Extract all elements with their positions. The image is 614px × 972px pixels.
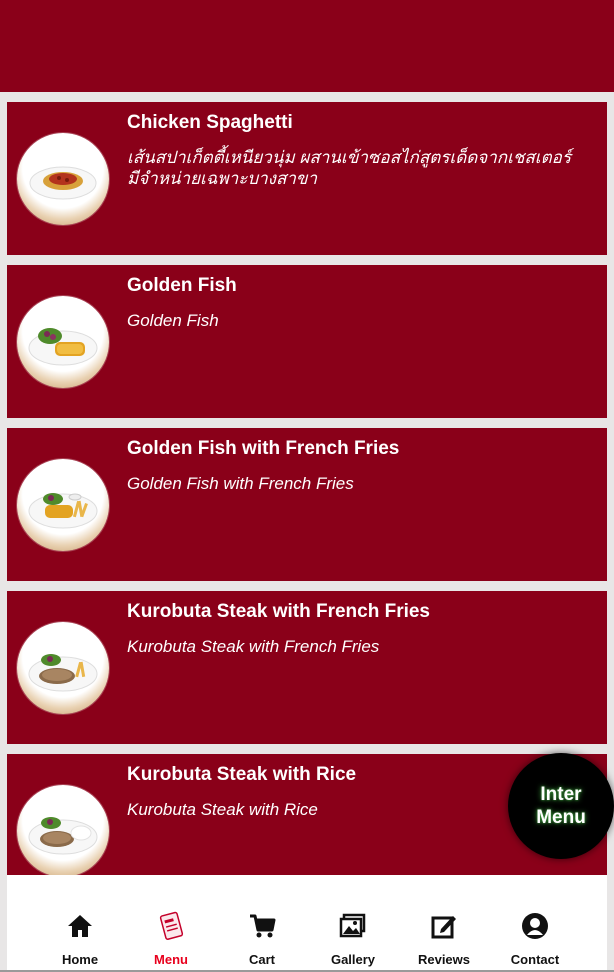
edit-icon xyxy=(431,916,456,939)
menu-item-description: Kurobuta Steak with French Fries xyxy=(127,637,380,656)
cart-icon xyxy=(250,914,276,938)
nav-menu-label: Menu xyxy=(154,952,188,967)
inter-menu-button[interactable]: Inter Menu xyxy=(508,753,614,859)
menu-item-title: Chicken Spaghetti xyxy=(127,112,293,133)
fish-plate-image xyxy=(17,296,109,388)
nav-gallery-label: Gallery xyxy=(330,952,376,967)
header-bar xyxy=(0,0,614,92)
menu-item-golden-fish[interactable]: Golden Fish Golden Fish xyxy=(7,265,607,418)
nav-home[interactable]: Home xyxy=(40,911,120,969)
steak-fries-plate-image xyxy=(17,622,109,714)
menu-item-description: Golden Fish xyxy=(127,311,219,330)
nav-reviews-label: Reviews xyxy=(417,952,471,967)
gallery-icon xyxy=(339,913,366,938)
spaghetti-plate-image xyxy=(17,133,109,225)
nav-contact-label: Contact xyxy=(510,952,560,967)
menu-item-title: Kurobuta Steak with French Fries xyxy=(127,601,430,622)
nav-reviews[interactable]: Reviews xyxy=(404,911,484,969)
menu-item-description: Golden Fish with French Fries xyxy=(127,474,354,493)
nav-cart-label: Cart xyxy=(248,952,275,967)
fish-fries-plate-image xyxy=(17,459,109,551)
steak-rice-plate-image xyxy=(17,785,109,875)
menu-list[interactable]: Chicken Spaghetti เส้นสปาเก็ตตี้เหนียวนุ… xyxy=(0,92,614,875)
nav-home-label: Home xyxy=(61,952,99,967)
bottom-nav: Home Menu Cart Gallery Reviews Contact xyxy=(7,875,607,972)
home-icon xyxy=(68,915,92,937)
menu-book-icon xyxy=(159,911,184,940)
menu-item-description: เส้นสปาเก็ตตี้เหนียวนุ่ม ผสานเข้าซอสไก่ส… xyxy=(127,148,572,188)
fab-label-line1: Inter xyxy=(540,784,582,805)
menu-item-golden-fish-fries[interactable]: Golden Fish with French Fries Golden Fis… xyxy=(7,428,607,581)
menu-item-title: Golden Fish with French Fries xyxy=(127,438,400,459)
fab-label-line2: Menu xyxy=(536,807,586,828)
nav-cart[interactable]: Cart xyxy=(222,911,302,969)
user-icon xyxy=(522,913,548,939)
nav-contact[interactable]: Contact xyxy=(495,911,575,969)
menu-item-title: Golden Fish xyxy=(127,275,237,296)
nav-menu[interactable]: Menu xyxy=(131,911,211,969)
menu-item-chicken-spaghetti[interactable]: Chicken Spaghetti เส้นสปาเก็ตตี้เหนียวนุ… xyxy=(7,102,607,255)
menu-item-kurobuta-steak-fries[interactable]: Kurobuta Steak with French Fries Kurobut… xyxy=(7,591,607,744)
nav-gallery[interactable]: Gallery xyxy=(313,911,393,969)
